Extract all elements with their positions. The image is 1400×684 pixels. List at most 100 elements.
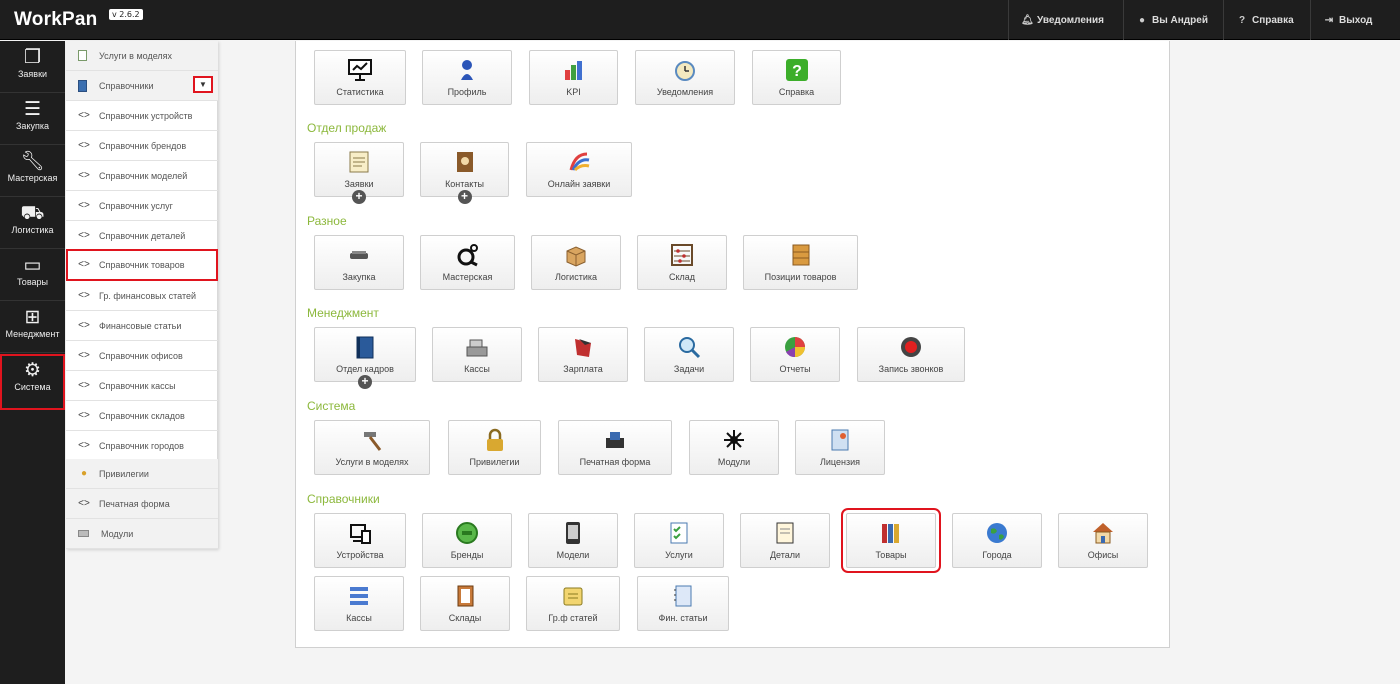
tile-hr[interactable]: Отдел кадров + [314, 327, 416, 389]
notebook-icon [452, 583, 478, 609]
submenu-item-offices-ref[interactable]: <> Справочник офисов [66, 341, 218, 371]
submenu-item-services-ref[interactable]: <> Справочник услуг [66, 191, 218, 221]
submenu-item-parts-ref[interactable]: <> Справочник деталей [66, 221, 218, 251]
logout-link[interactable]: ⇥ Выход [1310, 0, 1400, 40]
devices-icon [347, 520, 373, 546]
tile-tasks[interactable]: Задачи [644, 327, 734, 382]
tile-privileges[interactable]: Привилегии [448, 420, 541, 475]
tile-label: Лицензия [820, 457, 860, 467]
tile-reports[interactable]: Отчеты [750, 327, 840, 382]
submenu-item-devices-ref[interactable]: <> Справочник устройств [66, 101, 218, 131]
tile-fin-items[interactable]: Фин. статьи [637, 576, 729, 631]
plus-icon[interactable]: + [358, 375, 372, 389]
tile-notifications[interactable]: Уведомления [635, 50, 735, 105]
tile-cash-desks[interactable]: Кассы [314, 576, 404, 631]
tile-modules[interactable]: Модули [689, 420, 779, 475]
tile-models[interactable]: Модели [528, 513, 618, 568]
package-icon [563, 242, 589, 268]
rail-item-purchase[interactable]: ☰ Закупка [0, 93, 65, 145]
tile-workshop[interactable]: Мастерская [420, 235, 515, 290]
tile-call-records[interactable]: Запись звонков [857, 327, 965, 382]
tile-salary[interactable]: Зарплата [538, 327, 628, 382]
submenu-item-services-in-models[interactable]: Услуги в моделях [66, 41, 218, 71]
tile-fin-groups[interactable]: Гр.ф статей [526, 576, 620, 631]
binders-icon [878, 520, 904, 546]
app-logo[interactable]: WorkPan [14, 9, 97, 31]
submenu-item-models-ref[interactable]: <> Справочник моделей [66, 161, 218, 191]
tile-label: Заявки [344, 179, 374, 189]
tile-label: Уведомления [656, 87, 714, 97]
tile-warehouse[interactable]: Склад [637, 235, 727, 290]
tile-label: Привилегии [469, 457, 520, 467]
tile-label: Кассы [464, 364, 490, 374]
tile-label: Бренды [450, 550, 484, 560]
tile-profile[interactable]: Профиль [422, 50, 512, 105]
plus-icon[interactable]: + [457, 190, 472, 204]
tile-label: Детали [769, 550, 801, 560]
submenu-item-cash-ref[interactable]: <> Справочник кассы [66, 371, 218, 401]
tile-product-items[interactable]: Позиции товаров [743, 235, 858, 290]
code-icon: <> [78, 140, 90, 151]
rail-item-system[interactable]: ⚙ Система [0, 354, 65, 410]
tile-logistics[interactable]: Логистика [531, 235, 621, 290]
rail-item-workshop[interactable]: 🔧︎ Мастерская [0, 145, 65, 197]
submenu-item-goods-ref[interactable]: <> Справочник товаров [66, 249, 218, 281]
code-icon: <> [78, 380, 90, 391]
submenu-item-print-form[interactable]: <> Печатная форма [66, 489, 218, 519]
user-menu[interactable]: ● Вы Андрей [1123, 0, 1216, 40]
tile-label: Задачи [673, 364, 705, 374]
tile-kpi[interactable]: KPI [529, 50, 618, 105]
tile-label: Кассы [346, 613, 372, 623]
tile-label: Фин. статьи [658, 613, 708, 623]
submenu-item-warehouses-ref[interactable]: <> Справочник складов [66, 401, 218, 431]
submenu-item-cities-ref[interactable]: <> Справочник городов [66, 431, 218, 461]
submenu-item-fin-items-ref[interactable]: <> Финансовые статьи [66, 311, 218, 341]
rail-item-goods[interactable]: ▭ Товары [0, 249, 65, 301]
rail-label: Закупка [16, 121, 49, 131]
code-icon: <> [78, 290, 90, 301]
rail-item-management[interactable]: ⊞ Менеджмент [0, 301, 65, 353]
tile-offices[interactable]: Офисы [1058, 513, 1148, 568]
tile-purchase[interactable]: Закупка [314, 235, 404, 290]
help-link[interactable]: ? Справка [1223, 0, 1307, 40]
user-stamp-icon [454, 57, 480, 83]
spiral-notebook-icon [670, 583, 696, 609]
notifications-link[interactable]: 🔔︎ Уведомления [1008, 0, 1116, 40]
tile-help[interactable]: ? Справка [752, 50, 841, 105]
rail-item-logistics[interactable]: ⛟ Логистика [0, 197, 65, 249]
submenu-item-modules[interactable]: Модули [66, 519, 218, 549]
tile-brands[interactable]: Бренды [422, 513, 512, 568]
tile-warehouses[interactable]: Склады [420, 576, 510, 631]
submenu-label: Справочник брендов [99, 140, 187, 151]
document-icon [772, 520, 798, 546]
tile-services-in-models[interactable]: Услуги в моделях [314, 420, 430, 475]
tile-contacts[interactable]: Контакты + [420, 142, 509, 204]
record-icon [898, 334, 924, 360]
tile-services[interactable]: Услуги [634, 513, 724, 568]
submenu-item-brands-ref[interactable]: <> Справочник брендов [66, 131, 218, 161]
tile-devices[interactable]: Устройства [314, 513, 406, 568]
submenu-item-fin-groups-ref[interactable]: <> Гр. финансовых статей [66, 281, 218, 311]
chevron-down-icon[interactable]: ▼ [193, 76, 213, 93]
tile-online-requests[interactable]: Онлайн заявки [526, 142, 632, 197]
plus-icon[interactable]: + [352, 190, 366, 204]
presentation-icon [347, 57, 373, 83]
submenu-label: Печатная форма [99, 498, 170, 509]
rail-item-requests[interactable]: ❐ Заявки [0, 41, 65, 93]
tile-statistics[interactable]: Статистика [314, 50, 406, 105]
tile-parts[interactable]: Детали [740, 513, 830, 568]
submenu-item-privileges[interactable]: ● Привилегии [66, 459, 218, 489]
globe-icon [984, 520, 1010, 546]
section-title-misc: Разное [307, 214, 347, 228]
tile-goods[interactable]: Товары [841, 508, 941, 573]
tile-cities[interactable]: Города [952, 513, 1042, 568]
tile-label: Отчеты [779, 364, 811, 374]
tile-license[interactable]: Лицензия [795, 420, 885, 475]
phone-icon [560, 520, 586, 546]
tile-print-form[interactable]: Печатная форма [558, 420, 672, 475]
keyboard-icon [78, 530, 89, 537]
tile-cash-registers[interactable]: Кассы [432, 327, 522, 382]
submenu-label: Справочник складов [99, 410, 185, 421]
tile-requests[interactable]: Заявки + [314, 142, 404, 204]
submenu-label: Справочник устройств [99, 110, 193, 121]
